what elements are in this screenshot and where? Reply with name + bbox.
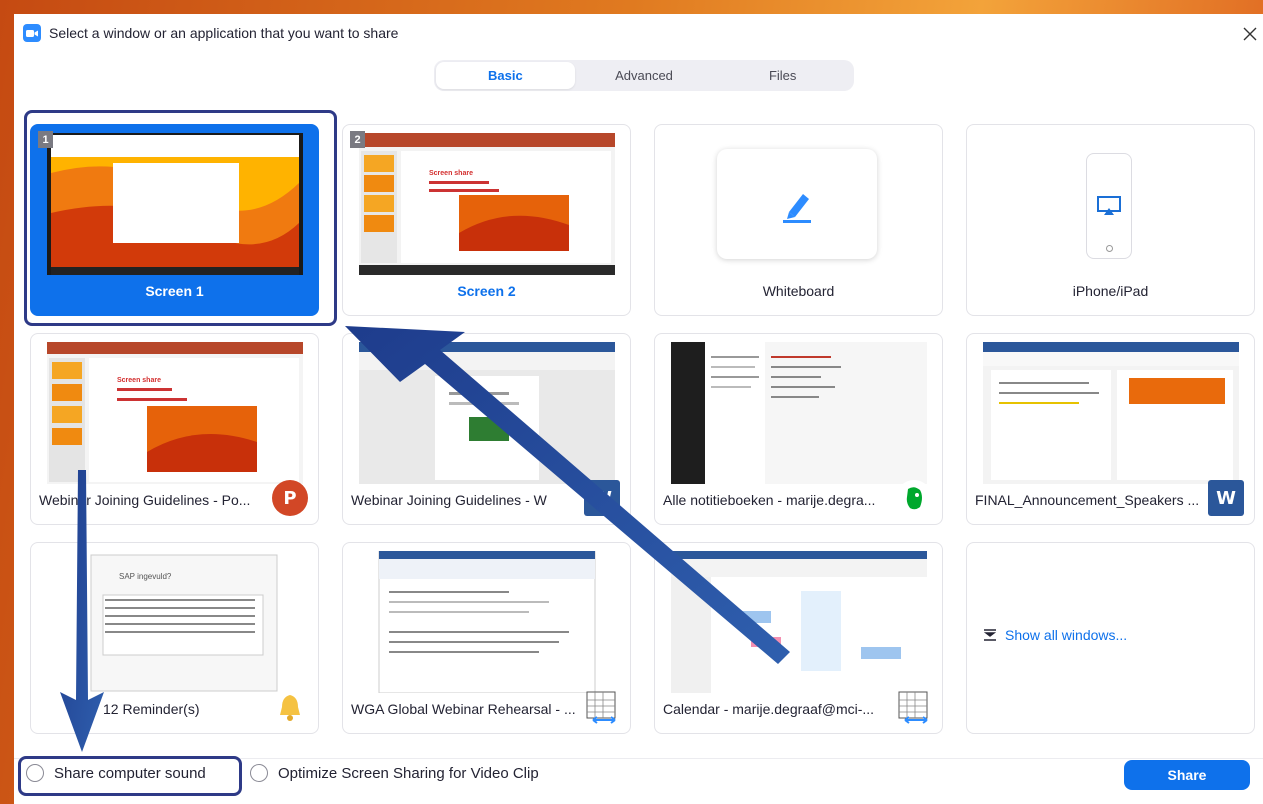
word-icon: W	[1208, 480, 1244, 516]
share-sound-label: Share computer sound	[54, 764, 206, 782]
app-window-label: Webinar Joining Guidelines - W	[351, 492, 547, 508]
app-window-label: 12 Reminder(s)	[103, 701, 200, 717]
calendar-icon	[584, 689, 620, 725]
collapse-icon	[983, 629, 997, 641]
app-window-card[interactable]: SAP ingevuld? 12 Reminder(s)	[30, 542, 319, 734]
app-window-label: WGA Global Webinar Rehearsal - ...	[351, 701, 576, 717]
app-window-thumbnail	[983, 342, 1239, 484]
screen-1-label: Screen 1	[145, 283, 204, 299]
app-window-card[interactable]: Calendar - marije.degraaf@mci-...	[654, 542, 943, 734]
bell-icon	[272, 689, 308, 725]
share-sound-checkbox[interactable]	[26, 764, 44, 782]
app-window-thumbnail: Screen share	[47, 342, 303, 484]
airplay-icon	[1097, 196, 1121, 215]
whiteboard-label: Whiteboard	[762, 283, 835, 299]
app-window-label: Calendar - marije.degraaf@mci-...	[663, 701, 875, 717]
whiteboard-preview	[717, 149, 877, 259]
app-window-card[interactable]: Screen share Webinar Joining Guidelines …	[30, 333, 319, 525]
tab-files[interactable]: Files	[713, 62, 852, 89]
app-window-label: Alle notitieboeken - marije.degra...	[663, 492, 876, 508]
tab-basic[interactable]: Basic	[436, 62, 575, 89]
screen-2-thumbnail: Screen share	[359, 133, 615, 275]
app-window-card[interactable]: FINAL_Announcement_Speakers ... W	[966, 333, 1255, 525]
tab-advanced[interactable]: Advanced	[575, 62, 714, 89]
iphone-ipad-card[interactable]: iPhone/iPad	[966, 124, 1255, 316]
show-all-windows-link[interactable]: Show all windows...	[983, 627, 1127, 643]
screen-1-thumbnail	[47, 133, 303, 275]
app-window-card[interactable]: Webinar Joining Guidelines - W W	[342, 333, 631, 525]
optimize-video-checkbox[interactable]	[250, 764, 268, 782]
whiteboard-card[interactable]: Whiteboard	[654, 124, 943, 316]
show-all-windows-label: Show all windows...	[1005, 627, 1128, 643]
show-all-windows-card[interactable]: Show all windows...	[966, 542, 1255, 734]
app-window-thumbnail: SAP ingevuld?	[47, 551, 303, 693]
app-window-thumbnail	[671, 551, 927, 693]
iphone-label: iPhone/iPad	[1072, 283, 1149, 299]
optimize-video-label: Optimize Screen Sharing for Video Clip	[278, 764, 539, 782]
screen-2-label: Screen 2	[457, 283, 516, 299]
dialog-title: Select a window or an application that y…	[49, 25, 399, 41]
share-screen-dialog: Select a window or an application that y…	[14, 14, 1263, 804]
app-window-thumbnail	[359, 342, 615, 484]
divider	[14, 758, 1263, 759]
close-button[interactable]	[1236, 20, 1263, 48]
optimize-video-option[interactable]: Optimize Screen Sharing for Video Clip	[250, 764, 539, 782]
app-window-card[interactable]: Alle notitieboeken - marije.degra...	[654, 333, 943, 525]
pen-icon	[783, 194, 811, 223]
svg-text:Screen share: Screen share	[429, 170, 473, 177]
word-icon: W	[584, 480, 620, 516]
screen-number-badge: 2	[350, 131, 365, 148]
screen-number-badge: 1	[38, 131, 53, 148]
screen-2-card[interactable]: Screen share 2 Screen 2	[342, 124, 631, 316]
close-icon	[1243, 27, 1257, 41]
share-button[interactable]: Share	[1124, 760, 1250, 790]
slide-title: Screen share	[117, 377, 161, 384]
powerpoint-icon: P	[272, 480, 308, 516]
app-window-thumbnail	[359, 551, 615, 693]
title-bar: Select a window or an application that y…	[14, 14, 1263, 52]
share-tabs: Basic Advanced Files	[434, 60, 854, 91]
reminder-title: SAP ingevuld?	[119, 572, 172, 581]
calendar-icon	[896, 689, 932, 725]
share-sound-option[interactable]: Share computer sound	[26, 764, 206, 782]
iphone-preview	[1086, 153, 1132, 259]
app-window-label: FINAL_Announcement_Speakers ...	[975, 492, 1200, 508]
home-button-icon	[1106, 245, 1113, 252]
app-window-card[interactable]: WGA Global Webinar Rehearsal - ...	[342, 542, 631, 734]
screen-1-card[interactable]: 1 Screen 1	[30, 124, 319, 316]
zoom-logo-icon	[23, 24, 41, 42]
app-window-label: Webinar Joining Guidelines - Po...	[39, 492, 251, 508]
evernote-icon	[896, 480, 932, 516]
app-window-thumbnail	[671, 342, 927, 484]
